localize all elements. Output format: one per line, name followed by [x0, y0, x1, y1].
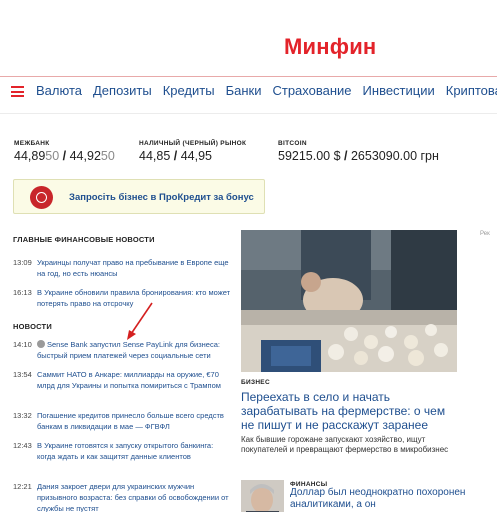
nav-item-deposits[interactable]: Депозиты	[93, 83, 152, 98]
rate-value: 44,85 / 44,95	[139, 149, 212, 163]
main-nav: Валюта Депозиты Кредиты Банки Страховани…	[0, 82, 497, 104]
site-logo[interactable]: Минфин	[284, 34, 376, 60]
ad-label: Рек	[480, 231, 490, 237]
bank-logo-icon	[30, 186, 53, 209]
red-arrow-icon	[127, 302, 153, 340]
nav-top-divider	[0, 76, 497, 77]
secondary-thumbnail[interactable]	[241, 480, 284, 512]
featured-category[interactable]: БИЗНЕС	[241, 379, 270, 386]
nav-item-investments[interactable]: Инвестиции	[363, 83, 435, 98]
news-title-link[interactable]: Украинцы получат право на пребывание в Е…	[37, 257, 233, 279]
rate-label: BITCOIN	[278, 140, 307, 147]
news-time: 14:10	[13, 340, 32, 349]
rate-value: 44,8950 / 44,9250	[14, 149, 115, 163]
news-title-link[interactable]: Саммит НАТО в Анкаре: миллиарды на оружи…	[37, 369, 233, 391]
main-news-heading: ГЛАВНЫЕ ФИНАНСОВЫЕ НОВОСТИ	[13, 235, 155, 244]
rate-label: МЕЖБАНК	[14, 140, 50, 147]
rate-label: НАЛИЧНЫЙ (ЧЕРНЫЙ) РЫНОК	[139, 140, 247, 147]
nav-bottom-divider	[0, 113, 497, 114]
nav-item-crypto[interactable]: Криптовалюты	[446, 83, 497, 98]
featured-photo[interactable]	[241, 230, 457, 372]
cheese-farm-image	[241, 230, 457, 372]
news-title-link[interactable]: Погашение кредитов принесло больше всего…	[37, 410, 233, 432]
banner-text: Запросіть бізнес в ПроКредит за бонус	[69, 192, 254, 203]
featured-title-link[interactable]: Переехать в село и начать зарабатывать н…	[241, 390, 461, 432]
rate-cash-market[interactable]: НАЛИЧНЫЙ (ЧЕРНЫЙ) РЫНОК 44,85 / 44,95	[139, 140, 246, 163]
rate-bitcoin[interactable]: BITCOIN 59215.00 $ / 2653090.00 грн	[278, 140, 439, 163]
news-time: 16:13	[13, 288, 32, 297]
nav-item-banks[interactable]: Банки	[226, 83, 262, 98]
rate-interbank[interactable]: МЕЖБАНК 44,8950 / 44,9250	[14, 140, 115, 163]
news-time: 12:21	[13, 482, 32, 491]
news-heading: НОВОСТИ	[13, 322, 52, 331]
news-time: 13:54	[13, 370, 32, 379]
news-time: 13:09	[13, 258, 32, 267]
nav-item-currency[interactable]: Валюта	[36, 83, 82, 98]
news-title-link[interactable]: Sense Bank запустил Sense PayLink для би…	[37, 339, 233, 361]
nav-item-credits[interactable]: Кредиты	[163, 83, 215, 98]
rate-value: 59215.00 $ / 2653090.00 грн	[278, 149, 439, 163]
promo-dot-icon	[37, 340, 45, 348]
promo-banner[interactable]: Запросіть бізнес в ПроКредит за бонус	[13, 179, 265, 214]
menu-icon[interactable]	[11, 86, 24, 97]
news-time: 13:32	[13, 411, 32, 420]
featured-lead: Как бывшие горожане запускают хозяйство,…	[241, 435, 449, 454]
news-title-link[interactable]: В Украине готовятся к запуску открытого …	[37, 440, 233, 462]
secondary-title-link[interactable]: Доллар был неоднократно похоронен аналит…	[290, 487, 470, 511]
nav-items: Валюта Депозиты Кредиты Банки Страховани…	[36, 83, 497, 98]
news-time: 12:43	[13, 441, 32, 450]
person-portrait-image	[241, 480, 284, 512]
news-title-link[interactable]: Дания закроет двери для украинских мужчи…	[37, 481, 233, 512]
nav-item-insurance[interactable]: Страхование	[272, 83, 351, 98]
